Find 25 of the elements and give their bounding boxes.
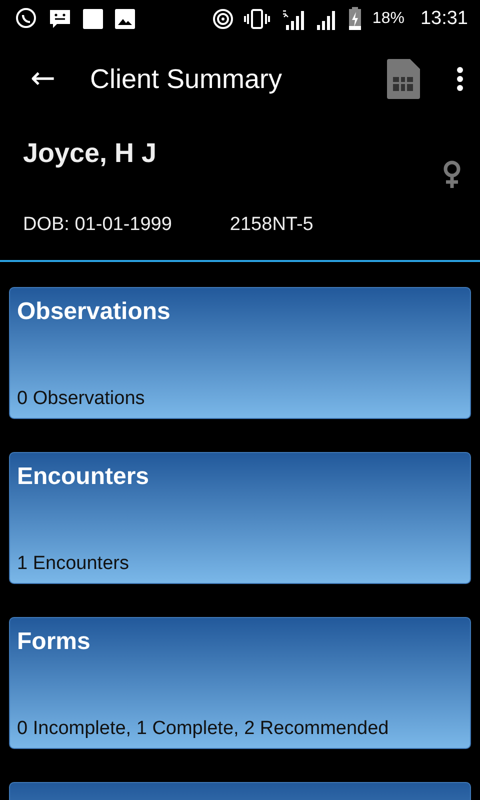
sim-card-icon[interactable] [386,59,420,99]
summary-card[interactable]: Encounters 1 Encounters [9,452,471,584]
notification-icon [82,8,104,30]
back-button[interactable]: ← [28,64,58,94]
image-icon [114,8,136,30]
card-summary: 1 Encounters [17,553,130,575]
summary-card[interactable]: Forms 0 Incomplete, 1 Complete, 2 Recommended [9,617,471,749]
hotspot-icon [212,8,234,30]
card-title: Encounters [17,463,150,491]
summary-card[interactable]: Observations 0 Observations [9,287,471,419]
card-title: Forms [17,628,92,656]
clock-time: 13:31 [420,8,468,30]
battery-charging-icon [348,7,362,31]
card-summary: 0 Observations [17,388,146,410]
card-summary: 0 Incomplete, 1 Complete, 2 Recommended [17,718,390,740]
vibrate-icon [244,8,270,30]
client-id: 2158NT-5 [230,214,314,236]
message-icon [48,7,72,31]
female-icon [442,160,462,190]
client-name: Joyce, H J [23,138,157,169]
card-title: Observations [17,298,172,326]
date-of-birth: DOB: 01-01-1999 [23,214,172,236]
battery-percentage: 18% [372,10,404,28]
more-options-icon[interactable] [456,66,464,92]
screen-title: Client Summary [90,64,282,94]
